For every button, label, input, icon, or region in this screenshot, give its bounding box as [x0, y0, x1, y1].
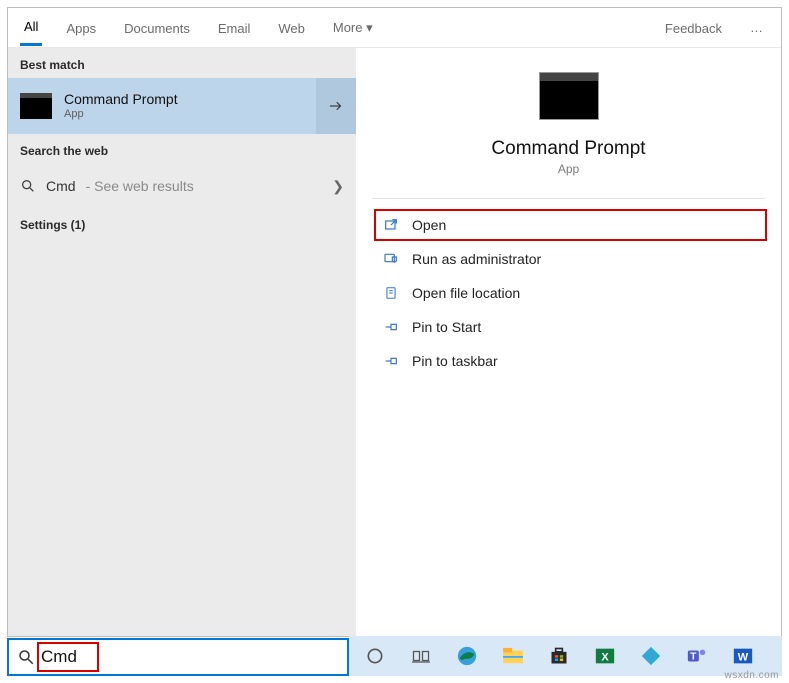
file-explorer-icon[interactable]: [499, 642, 527, 670]
pin-start-label: Pin to Start: [412, 319, 481, 335]
tab-all[interactable]: All: [20, 9, 42, 46]
pin-start-action[interactable]: Pin to Start: [376, 313, 765, 341]
teams-icon[interactable]: T: [683, 642, 711, 670]
chevron-down-icon: ▾: [366, 20, 373, 35]
pin-taskbar-action[interactable]: Pin to taskbar: [376, 347, 765, 375]
word-icon[interactable]: W: [729, 642, 757, 670]
web-query-text: Cmd: [46, 178, 76, 194]
excel-icon[interactable]: X: [591, 642, 619, 670]
feedback-link[interactable]: Feedback: [661, 11, 726, 45]
detail-panel: Command Prompt App Open Run as administr…: [356, 48, 781, 636]
more-options-icon[interactable]: …: [746, 20, 769, 35]
search-web-header: Search the web: [8, 134, 356, 164]
settings-header[interactable]: Settings (1): [8, 208, 356, 238]
edge-icon[interactable]: [453, 642, 481, 670]
tab-email[interactable]: Email: [214, 11, 255, 45]
store-icon[interactable]: [545, 642, 573, 670]
best-match-header: Best match: [8, 48, 356, 78]
web-result[interactable]: Cmd - See web results ❯: [8, 164, 356, 208]
result-subtitle: App: [64, 108, 178, 121]
chevron-right-icon: ❯: [332, 178, 344, 195]
command-prompt-icon: [20, 93, 52, 119]
best-match-result[interactable]: Command Prompt App: [8, 78, 356, 134]
divider: [372, 198, 765, 199]
command-prompt-icon: [539, 72, 599, 120]
open-action[interactable]: Open: [376, 211, 765, 239]
tab-more[interactable]: More ▾: [329, 10, 377, 45]
detail-subtitle: App: [558, 162, 579, 176]
result-title: Command Prompt: [64, 91, 178, 108]
search-input[interactable]: [41, 647, 339, 667]
web-hint-text: - See web results: [86, 178, 194, 194]
watermark: wsxdn.com: [724, 670, 779, 681]
taskbar: X T W: [349, 636, 782, 676]
detail-title: Command Prompt: [491, 138, 645, 160]
folder-icon: [382, 284, 400, 302]
results-panel: Best match Command Prompt App Search the…: [8, 48, 356, 636]
pin-icon: [382, 352, 400, 370]
cortana-icon[interactable]: [361, 642, 389, 670]
open-icon: [382, 216, 400, 234]
open-label: Open: [412, 217, 446, 233]
run-admin-action[interactable]: Run as administrator: [376, 245, 765, 273]
shield-icon: [382, 250, 400, 268]
pin-taskbar-label: Pin to taskbar: [412, 353, 498, 369]
svg-text:T: T: [690, 652, 697, 663]
arrow-right-icon[interactable]: [316, 78, 356, 134]
search-window: All Apps Documents Email Web More ▾ Feed…: [7, 7, 782, 637]
kodi-icon[interactable]: [637, 642, 665, 670]
svg-text:X: X: [601, 652, 609, 664]
task-view-icon[interactable]: [407, 642, 435, 670]
tab-documents[interactable]: Documents: [120, 11, 194, 45]
scope-tabs: All Apps Documents Email Web More ▾ Feed…: [8, 8, 781, 48]
search-icon: [17, 648, 35, 666]
open-location-label: Open file location: [412, 285, 520, 301]
action-list: Open Run as administrator Open file loca…: [372, 211, 765, 375]
pin-icon: [382, 318, 400, 336]
open-location-action[interactable]: Open file location: [376, 279, 765, 307]
tab-more-label: More: [333, 20, 363, 35]
svg-text:W: W: [738, 652, 749, 664]
search-box[interactable]: [7, 638, 349, 676]
tab-web[interactable]: Web: [274, 11, 309, 45]
tab-apps[interactable]: Apps: [62, 11, 100, 45]
search-icon: [20, 178, 36, 194]
run-admin-label: Run as administrator: [412, 251, 541, 267]
